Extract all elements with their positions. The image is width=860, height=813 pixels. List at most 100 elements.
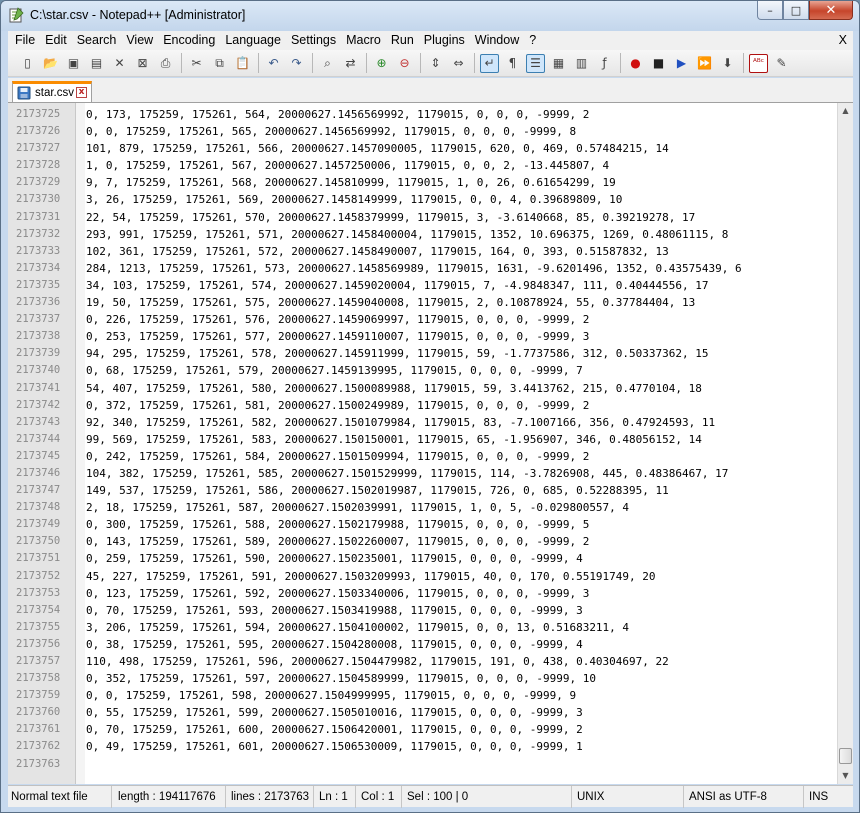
save-all-icon[interactable]: ▤ xyxy=(87,54,106,73)
sync-vertical-icon[interactable]: ⇕ xyxy=(426,54,445,73)
status-eol[interactable]: UNIX xyxy=(574,786,684,808)
menu-plugins[interactable]: Plugins xyxy=(419,31,470,50)
editor-line[interactable]: 2173739 94, 295, 175259, 175261, 578, 200… xyxy=(8,345,836,362)
print-icon[interactable]: ⎙ xyxy=(156,54,175,73)
zoom-out-icon[interactable]: ⊖ xyxy=(395,54,414,73)
editor-line[interactable]: 2173735 34, 103, 175259, 175261, 574, 200… xyxy=(8,277,836,294)
word-wrap-icon[interactable]: ↵ xyxy=(480,53,499,73)
title-bar[interactable]: C:\star.csv - Notepad++ [Administrator] … xyxy=(1,1,859,31)
editor-line[interactable]: 2173732 293, 991, 175259, 175261, 571, 20… xyxy=(8,226,836,243)
editor-line[interactable]: 2173752 45, 227, 175259, 175261, 591, 200… xyxy=(8,568,836,585)
editor-line[interactable]: 2173743 92, 340, 175259, 175261, 582, 200… xyxy=(8,414,836,431)
editor-line[interactable]: 2173760 0, 55, 175259, 175261, 599, 20000… xyxy=(8,704,836,721)
editor-line[interactable]: 2173740 0, 68, 175259, 175261, 579, 20000… xyxy=(8,362,836,379)
find-icon[interactable]: ⌕ xyxy=(318,54,337,73)
menu-file[interactable]: File xyxy=(10,31,40,50)
cut-icon[interactable]: ✂ xyxy=(187,54,206,73)
status-lines: lines : 2173763 xyxy=(228,786,314,808)
editor-line[interactable]: 2173745 0, 242, 175259, 175261, 584, 2000… xyxy=(8,448,836,465)
editor-line[interactable]: 2173729 9, 7, 175259, 175261, 568, 200006… xyxy=(8,174,836,191)
sync-horizontal-icon[interactable]: ⇔ xyxy=(449,54,468,73)
editor-line[interactable]: 2173731 22, 54, 175259, 175261, 570, 2000… xyxy=(8,209,836,226)
vertical-scrollbar[interactable]: ▲ ▼ xyxy=(837,103,853,784)
user-language-icon[interactable]: ▦ xyxy=(549,54,568,73)
line-number: 2173747 xyxy=(16,484,61,497)
doc-map-icon[interactable]: ▥ xyxy=(572,54,591,73)
scroll-down-arrow-icon[interactable]: ▼ xyxy=(838,768,853,784)
editor-line[interactable]: 2173730 3, 26, 175259, 175261, 569, 20000… xyxy=(8,191,836,208)
stop-record-icon[interactable]: ■ xyxy=(649,54,668,73)
editor-line[interactable]: 2173754 0, 70, 175259, 175261, 593, 20000… xyxy=(8,602,836,619)
menu-language[interactable]: Language xyxy=(220,31,286,50)
menu-edit[interactable]: Edit xyxy=(40,31,72,50)
spell-check-icon[interactable]: ᴬᴮᶜ xyxy=(749,53,768,73)
open-file-icon[interactable]: 📂 xyxy=(41,54,60,73)
editor-line[interactable]: 2173751 0, 259, 175259, 175261, 590, 2000… xyxy=(8,550,836,567)
function-list-icon[interactable]: ƒ xyxy=(595,54,614,73)
save-macro-icon[interactable]: ⬇ xyxy=(718,54,737,73)
editor-line[interactable]: 2173749 0, 300, 175259, 175261, 588, 2000… xyxy=(8,516,836,533)
editor-line[interactable]: 2173750 0, 143, 175259, 175261, 589, 2000… xyxy=(8,533,836,550)
save-icon[interactable]: ▣ xyxy=(64,54,83,73)
editor-line[interactable]: 2173734 284, 1213, 175259, 175261, 573, 2… xyxy=(8,260,836,277)
editor-line[interactable]: 2173737 0, 226, 175259, 175261, 576, 2000… xyxy=(8,311,836,328)
zoom-in-icon[interactable]: ⊕ xyxy=(372,54,391,73)
indent-guide-icon[interactable]: ☰ xyxy=(526,53,545,73)
editor-line[interactable]: 2173758 0, 352, 175259, 175261, 597, 2000… xyxy=(8,670,836,687)
editor-line[interactable]: 2173725 0, 173, 175259, 175261, 564, 2000… xyxy=(8,106,836,123)
editor-line[interactable]: 2173742 0, 372, 175259, 175261, 581, 2000… xyxy=(8,397,836,414)
tab-star-csv[interactable]: star.csv x xyxy=(12,81,92,102)
minimize-button[interactable]: – xyxy=(757,1,783,20)
menu-macro[interactable]: Macro xyxy=(341,31,386,50)
editor-line[interactable]: 2173759 0, 0, 175259, 175261, 598, 200006… xyxy=(8,687,836,704)
line-number: 2173753 xyxy=(16,586,61,599)
menu-settings[interactable]: Settings xyxy=(286,31,341,50)
scroll-thumb[interactable] xyxy=(839,748,852,764)
show-all-chars-icon[interactable]: ¶ xyxy=(503,54,522,73)
editor-line[interactable]: 2173747 149, 537, 175259, 175261, 586, 20… xyxy=(8,482,836,499)
editor-line[interactable]: 2173761 0, 70, 175259, 175261, 600, 20000… xyxy=(8,721,836,738)
editor-line[interactable]: 2173757 110, 498, 175259, 175261, 596, 20… xyxy=(8,653,836,670)
text-editor[interactable]: 2173725 0, 173, 175259, 175261, 564, 2000… xyxy=(8,102,853,784)
editor-line[interactable]: 2173756 0, 38, 175259, 175261, 595, 20000… xyxy=(8,636,836,653)
editor-line[interactable]: 2173726 0, 0, 175259, 175261, 565, 200006… xyxy=(8,123,836,140)
menu-encoding[interactable]: Encoding xyxy=(158,31,220,50)
editor-line[interactable]: 2173744 99, 569, 175259, 175261, 583, 200… xyxy=(8,431,836,448)
copy-icon[interactable]: ⧉ xyxy=(210,54,229,73)
menu-window[interactable]: Window xyxy=(470,31,524,50)
editor-line[interactable]: 2173755 3, 206, 175259, 175261, 594, 2000… xyxy=(8,619,836,636)
close-icon[interactable]: ✕ xyxy=(110,54,129,73)
close-document-button[interactable]: X xyxy=(839,31,847,50)
paste-icon[interactable]: 📋 xyxy=(233,54,252,73)
menu-run[interactable]: Run xyxy=(386,31,419,50)
undo-icon[interactable]: ↶ xyxy=(264,54,283,73)
redo-icon[interactable]: ↷ xyxy=(287,54,306,73)
editor-line[interactable]: 2173762 0, 49, 175259, 175261, 601, 20000… xyxy=(8,738,836,755)
menu-view[interactable]: View xyxy=(121,31,158,50)
editor-line[interactable]: 2173736 19, 50, 175259, 175261, 575, 2000… xyxy=(8,294,836,311)
status-encoding[interactable]: ANSI as UTF-8 xyxy=(686,786,804,808)
editor-line[interactable]: 2173728 1, 0, 175259, 175261, 567, 200006… xyxy=(8,157,836,174)
editor-line[interactable]: 2173727 101, 879, 175259, 175261, 566, 20… xyxy=(8,140,836,157)
menu-help[interactable]: ? xyxy=(524,31,541,50)
editor-line[interactable]: 2173733 102, 361, 175259, 175261, 572, 20… xyxy=(8,243,836,260)
record-macro-icon[interactable]: ● xyxy=(626,54,645,73)
editor-line[interactable]: 2173763 xyxy=(8,756,836,773)
new-file-icon[interactable]: ▯ xyxy=(18,54,37,73)
toolbar-separator xyxy=(366,53,367,73)
tab-close-button[interactable]: x xyxy=(76,87,87,98)
editor-line[interactable]: 2173741 54, 407, 175259, 175261, 580, 200… xyxy=(8,380,836,397)
play-macro-icon[interactable]: ▶ xyxy=(672,54,691,73)
menu-search[interactable]: Search xyxy=(72,31,122,50)
scroll-up-arrow-icon[interactable]: ▲ xyxy=(838,103,853,119)
play-multiple-icon[interactable]: ⏩ xyxy=(695,54,714,73)
editor-line[interactable]: 2173753 0, 123, 175259, 175261, 592, 2000… xyxy=(8,585,836,602)
replace-icon[interactable]: ⇄ xyxy=(341,54,360,73)
close-window-button[interactable]: ✕ xyxy=(809,1,853,20)
close-all-icon[interactable]: ⊠ xyxy=(133,54,152,73)
editor-line[interactable]: 2173738 0, 253, 175259, 175261, 577, 2000… xyxy=(8,328,836,345)
editor-line[interactable]: 2173746 104, 382, 175259, 175261, 585, 20… xyxy=(8,465,836,482)
maximize-button[interactable]: □ xyxy=(783,1,809,20)
spell-options-icon[interactable]: ✎ xyxy=(772,54,791,73)
editor-line[interactable]: 2173748 2, 18, 175259, 175261, 587, 20000… xyxy=(8,499,836,516)
